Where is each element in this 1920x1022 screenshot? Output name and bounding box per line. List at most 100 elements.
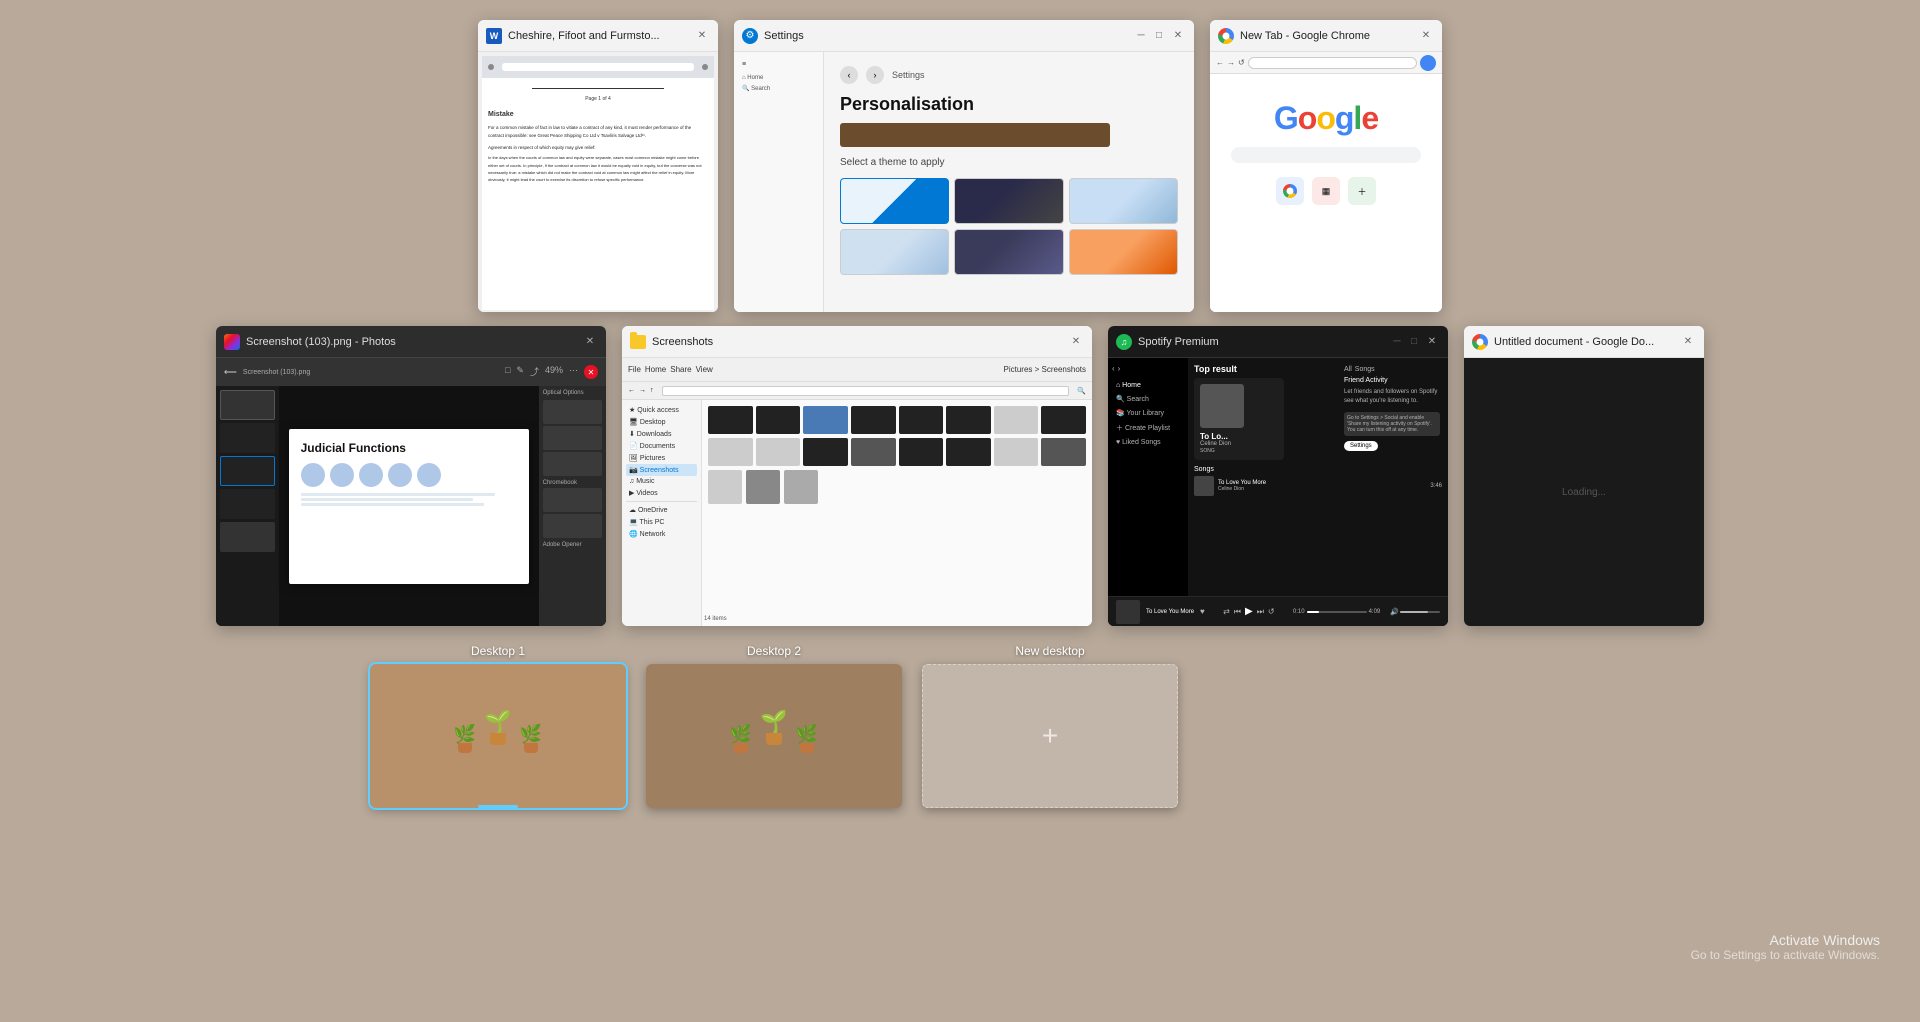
shortcut-1[interactable] xyxy=(1276,177,1304,205)
window-newtab[interactable]: New Tab - Google Chrome ✕ ← → ↺ Google xyxy=(1210,20,1442,312)
theme-thumb-4[interactable] xyxy=(840,229,949,275)
screenshot-thumb-large[interactable] xyxy=(746,470,780,504)
spotify-all-tab[interactable]: All xyxy=(1344,366,1352,373)
screenshot-thumb[interactable] xyxy=(946,406,991,434)
spotify-song-row[interactable]: To Love You More Celine Dion 3:46 xyxy=(1194,476,1442,496)
spotify-settings-btn[interactable]: Settings xyxy=(1344,441,1378,451)
screenshot-thumb[interactable] xyxy=(899,406,944,434)
folder-nav-desktop[interactable]: 🖥 Desktop xyxy=(626,416,697,428)
window-screenshot-photos[interactable]: Screenshot (103).png - Photos ✕ ⟵ Screen… xyxy=(216,326,606,626)
settings-forward-btn[interactable]: › xyxy=(866,66,884,84)
folder-nav-documents[interactable]: 📄 Documents xyxy=(626,440,697,452)
screenshot-thumb[interactable] xyxy=(994,406,1039,434)
folder-nav-item-view[interactable]: View xyxy=(696,365,713,374)
spotify-nav-home[interactable]: ⌂ Home xyxy=(1112,379,1184,392)
theme-thumb-1[interactable] xyxy=(840,178,949,224)
spotify-forward-btn[interactable]: › xyxy=(1118,364,1121,373)
new-desktop-thumbnail[interactable]: + xyxy=(922,664,1178,808)
theme-thumb-2[interactable] xyxy=(954,178,1063,224)
screenshot-thumb[interactable] xyxy=(994,438,1039,466)
spotify-nav-create-playlist[interactable]: ＋ Create Playlist xyxy=(1112,420,1184,436)
screenshot-thumb[interactable] xyxy=(946,438,991,466)
maximize-button-settings[interactable]: □ xyxy=(1152,29,1166,43)
screenshot-thumb[interactable] xyxy=(899,438,944,466)
folder-nav-screenshots[interactable]: 📷 Screenshots xyxy=(626,464,697,476)
close-button-photos[interactable]: ✕ xyxy=(582,334,598,350)
photos-more-btn[interactable]: ⋯ xyxy=(569,365,578,379)
close-button-googledoc[interactable]: ✕ xyxy=(1680,334,1696,350)
shortcut-3[interactable]: ＋ xyxy=(1348,177,1376,205)
spotify-back-btn[interactable]: ‹ xyxy=(1112,364,1115,373)
desktop-item-1[interactable]: Desktop 1 🌿 🌱 🌿 xyxy=(370,644,626,808)
theme-thumb-3[interactable] xyxy=(1069,178,1178,224)
close-button-spotify[interactable]: ✕ xyxy=(1424,334,1440,350)
spotify-top-result-card[interactable]: To Lo... Celine Dion SONG xyxy=(1194,378,1284,460)
spotify-next-btn[interactable]: ⏭ xyxy=(1257,607,1264,617)
screenshot-thumb[interactable] xyxy=(708,438,753,466)
spotify-prev-btn[interactable]: ⏮ xyxy=(1234,607,1241,617)
photos-edit-btn[interactable]: ✎ xyxy=(516,365,524,379)
window-cheshire[interactable]: W Cheshire, Fifoot and Furmsto... ✕ Page… xyxy=(478,20,718,312)
screenshot-thumb[interactable] xyxy=(851,406,896,434)
folder-nav-videos[interactable]: ▶ Videos xyxy=(626,487,697,499)
screenshot-thumb[interactable] xyxy=(803,406,848,434)
screenshot-thumbnails-row1 xyxy=(708,406,1086,434)
close-button-cheshire[interactable]: ✕ xyxy=(694,28,710,44)
folder-nav-quick-access[interactable]: ★ Quick access xyxy=(626,404,697,416)
spotify-play-btn[interactable]: ▶ xyxy=(1245,606,1253,617)
spotify-nav-search[interactable]: 🔍 Search xyxy=(1112,392,1184,406)
screenshot-thumb[interactable] xyxy=(708,406,753,434)
desktop-item-new[interactable]: New desktop + xyxy=(922,644,1178,808)
cheshire-doc-content: Page 1 of 4 Mistake For a common mistake… xyxy=(482,78,714,310)
spotify-minimize-btn[interactable]: ─ xyxy=(1390,335,1404,349)
folder-nav-onedrive[interactable]: ☁ OneDrive xyxy=(626,504,697,516)
folder-icon xyxy=(630,335,646,349)
desktop-item-2[interactable]: Desktop 2 🌿 🌱 🌿 xyxy=(646,644,902,808)
spotify-nav-liked-songs[interactable]: ♥ Liked Songs xyxy=(1112,436,1184,449)
settings-back-btn[interactable]: ‹ xyxy=(840,66,858,84)
screenshot-thumb[interactable] xyxy=(1041,438,1086,466)
close-button-screenshots-folder[interactable]: ✕ xyxy=(1068,334,1084,350)
spotify-shuffle-btn[interactable]: ⇄ xyxy=(1223,607,1230,616)
window-screenshots-folder[interactable]: Screenshots ✕ File Home Share View Pictu… xyxy=(622,326,1092,626)
spotify-songs-tab[interactable]: Songs xyxy=(1355,366,1375,373)
photos-share-btn[interactable]: ⤴ xyxy=(530,365,539,379)
folder-nav-item-file[interactable]: File xyxy=(628,365,641,374)
folder-nav-downloads[interactable]: ⬇ Downloads xyxy=(626,428,697,440)
folder-nav-thispc[interactable]: 💻 This PC xyxy=(626,516,697,528)
spotify-volume-icon[interactable]: 🔊 xyxy=(1390,608,1399,616)
screenshot-thumb[interactable] xyxy=(756,406,801,434)
screenshot-thumb[interactable] xyxy=(1041,406,1086,434)
photos-close-btn[interactable]: ✕ xyxy=(584,365,598,379)
close-button-settings[interactable]: ✕ xyxy=(1170,28,1186,44)
theme-thumb-5[interactable] xyxy=(954,229,1063,275)
window-title-spotify: Spotify Premium xyxy=(1138,336,1384,348)
window-googledoc[interactable]: Untitled document - Google Do... ✕ Loadi… xyxy=(1464,326,1704,626)
desktop-2-thumbnail[interactable]: 🌿 🌱 🌿 xyxy=(646,664,902,808)
screenshot-thumb-large[interactable] xyxy=(784,470,818,504)
photos-tool-btn[interactable]: □ xyxy=(505,365,510,379)
spotify-nav-library[interactable]: 📚 Your Library xyxy=(1112,406,1184,420)
window-spotify[interactable]: ♫ Spotify Premium ─ □ ✕ ‹ › ⌂ Hom xyxy=(1108,326,1448,626)
screenshot-thumb-large[interactable] xyxy=(708,470,742,504)
spotify-maximize-btn[interactable]: □ xyxy=(1407,335,1421,349)
screenshot-thumb[interactable] xyxy=(851,438,896,466)
shortcut-2[interactable]: ▦ xyxy=(1312,177,1340,205)
newtab-search-bar[interactable] xyxy=(1231,147,1422,163)
desktop-1-thumbnail[interactable]: 🌿 🌱 🌿 xyxy=(370,664,626,808)
screenshot-thumb[interactable] xyxy=(756,438,801,466)
settings-theme-grid xyxy=(840,178,1178,275)
folder-nav-music[interactable]: ♫ Music xyxy=(626,476,697,487)
folder-nav-pictures[interactable]: 🖼 Pictures xyxy=(626,452,697,464)
folder-nav-item-home[interactable]: Home xyxy=(645,365,666,374)
googledoc-content: Loading... xyxy=(1464,358,1704,626)
minimize-button-settings[interactable]: ─ xyxy=(1134,29,1148,43)
screenshot-thumb[interactable] xyxy=(803,438,848,466)
theme-thumb-6[interactable] xyxy=(1069,229,1178,275)
window-title-newtab: New Tab - Google Chrome xyxy=(1240,30,1412,42)
folder-nav-item-share[interactable]: Share xyxy=(670,365,691,374)
close-button-newtab[interactable]: ✕ xyxy=(1418,28,1434,44)
folder-nav-network[interactable]: 🌐 Network xyxy=(626,528,697,540)
spotify-repeat-btn[interactable]: ↺ xyxy=(1268,607,1275,616)
window-settings[interactable]: ⚙ Settings ─ □ ✕ ≡ ⌂ Home 🔍 Search xyxy=(734,20,1194,312)
